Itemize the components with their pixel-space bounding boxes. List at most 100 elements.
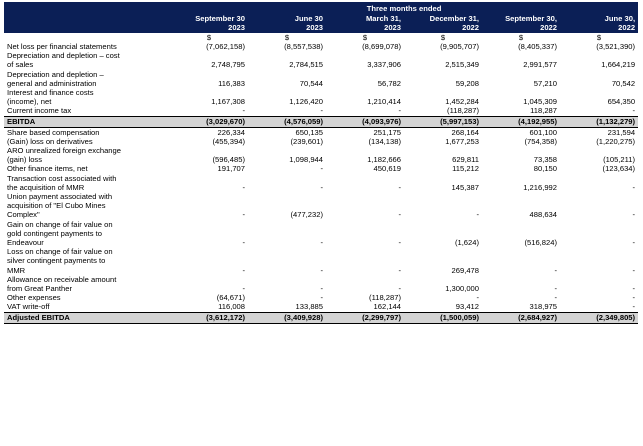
row-label-line: Allowance on receivable amount xyxy=(7,274,117,284)
currency-symbol: $ xyxy=(284,33,290,42)
value-cell: (2,299,797) xyxy=(326,311,404,324)
value-cell: (64,671) xyxy=(216,293,245,303)
row-label: Other finance items, net xyxy=(4,164,170,173)
value-cell: 1,167,308 xyxy=(211,97,245,107)
value-cell: (9,905,707) xyxy=(440,42,479,51)
value-cell: 268,164 xyxy=(451,127,479,137)
value-cell: 2,991,577 xyxy=(523,60,557,70)
value-cell: (123,634) xyxy=(602,164,636,174)
value-cell: - xyxy=(320,182,323,192)
row-label: Interest and finance costs (income), net xyxy=(4,88,170,106)
total-row: EBITDA (3,029,670) (4,576,059) (4,093,976)(… xyxy=(4,115,639,128)
value-cell: - xyxy=(320,164,323,174)
table-row: Other finance items, net 191,707 - 450,619 1… xyxy=(4,164,638,173)
row-label: Net loss per financial statements xyxy=(4,42,170,51)
value-cell: 116,008 xyxy=(218,302,245,312)
value-cell: 1,210,414 xyxy=(367,97,401,107)
value-cell: 1,045,309 xyxy=(523,97,557,107)
row-label: VAT write-off xyxy=(4,302,170,312)
value-cell: (2,349,805) xyxy=(560,311,639,324)
value-cell: 115,212 xyxy=(452,164,479,174)
column-header-year: 2022 xyxy=(618,23,636,32)
column-header-year: 2023 xyxy=(384,23,401,32)
row-label: Gain on change of fair value on gold cont… xyxy=(4,220,170,248)
value-cell: - xyxy=(320,284,323,294)
value-cell: - xyxy=(554,265,557,275)
row-label: ARO unrealized foreign exchange (gain) lo… xyxy=(4,146,170,164)
value-cell: - xyxy=(398,182,401,192)
label-cell xyxy=(4,33,170,42)
value-cell: (4,576,059) xyxy=(248,115,326,128)
row-label-line: acquisition of "El Cubo Mines xyxy=(7,201,106,211)
table-row: VAT write-off 116,008 133,885 162,144 93,412… xyxy=(4,302,638,312)
value-cell: (754,358) xyxy=(524,136,557,146)
header-group-row: Three months ended xyxy=(4,2,639,13)
column-header: December 31, 2022 xyxy=(404,13,482,33)
value-cell: - xyxy=(320,293,323,303)
value-cell: - xyxy=(242,182,245,192)
value-cell: - xyxy=(632,238,636,248)
column-header: June 30, 2022 xyxy=(560,13,639,33)
value-cell: 231,594 xyxy=(607,127,636,137)
value-cell: 450,619 xyxy=(373,164,401,174)
value-cell: - xyxy=(632,302,636,312)
currency-symbol: $ xyxy=(518,33,524,42)
value-cell: 251,175 xyxy=(373,127,401,137)
value-cell: 2,515,349 xyxy=(445,60,479,70)
row-label-line: silver contingent payments to xyxy=(7,256,106,266)
currency-symbol-row: $ $ $ $ $ $ xyxy=(4,33,638,42)
value-cell: 1,182,666 xyxy=(367,155,401,165)
column-header: September 30, 2022 xyxy=(482,13,560,33)
row-label-line: VAT write-off xyxy=(7,302,50,312)
value-cell: (1,132,279) xyxy=(560,115,639,128)
value-cell: - xyxy=(242,106,245,116)
table-row: (Gain) loss on derivatives (455,394) (239,… xyxy=(4,137,638,146)
currency-symbol: $ xyxy=(362,33,368,42)
row-label-line: Loss on change of fair value on xyxy=(7,247,113,257)
value-cell: (477,232) xyxy=(290,210,323,220)
value-cell: (118,287) xyxy=(369,293,401,303)
table-row: Loss on change of fair value on silver co… xyxy=(4,247,638,275)
table-row: Depreciation and depletion – general and … xyxy=(4,70,638,88)
value-cell: - xyxy=(632,182,636,192)
column-header-date: June 30, xyxy=(604,14,636,23)
value-cell: 1,216,992 xyxy=(523,182,557,192)
value-cell: - xyxy=(242,210,245,220)
header-blank-cell xyxy=(4,2,170,13)
row-label: Depreciation and depletion – cost of sale… xyxy=(4,51,170,69)
value-cell: (3,029,670) xyxy=(170,115,248,128)
row-label-line: general and administration xyxy=(7,78,97,88)
row-label: Depreciation and depletion – general and … xyxy=(4,70,170,88)
value-cell: (4,192,955) xyxy=(482,115,560,128)
currency-symbol: $ xyxy=(206,33,212,42)
table-row: Union payment associated with acquisition… xyxy=(4,192,638,220)
value-cell: - xyxy=(398,265,401,275)
row-label-line: Adjusted EBITDA xyxy=(7,312,70,322)
value-cell: (118,287) xyxy=(447,106,479,116)
value-cell: (8,557,538) xyxy=(284,42,323,51)
value-cell: (134,138) xyxy=(368,136,401,146)
value-cell: 1,452,284 xyxy=(445,97,479,107)
value-cell: (3,521,390) xyxy=(596,42,636,51)
value-cell: 70,544 xyxy=(299,78,323,88)
value-cell: (4,093,976) xyxy=(326,115,404,128)
row-label-line: Current income tax xyxy=(7,106,72,116)
row-label-line: (gain) loss xyxy=(7,155,43,165)
table-row: Allowance on receivable amount from Great… xyxy=(4,275,638,293)
row-label: Union payment associated with acquisition… xyxy=(4,192,170,220)
value-cell: - xyxy=(398,106,401,116)
value-cell: 1,098,944 xyxy=(289,155,323,165)
row-label-line: (Gain) loss on derivatives xyxy=(7,136,93,146)
table-row: Gain on change of fair value on gold cont… xyxy=(4,220,638,248)
value-cell: (239,601) xyxy=(290,136,323,146)
value-cell: (8,405,337) xyxy=(518,42,557,51)
value-cell: 269,478 xyxy=(451,265,479,275)
row-label-line: MMR xyxy=(7,265,26,275)
value-cell: - xyxy=(632,284,636,294)
value-cell: - xyxy=(554,284,557,294)
total-row: Adjusted EBITDA (3,612,172) (3,409,928) (2,… xyxy=(4,311,639,324)
row-label: Share based compensation xyxy=(4,127,170,137)
row-label-line: Other finance items, net xyxy=(7,164,88,174)
value-cell: (1,500,059) xyxy=(404,311,482,324)
row-label-line: Share based compensation xyxy=(7,127,100,137)
